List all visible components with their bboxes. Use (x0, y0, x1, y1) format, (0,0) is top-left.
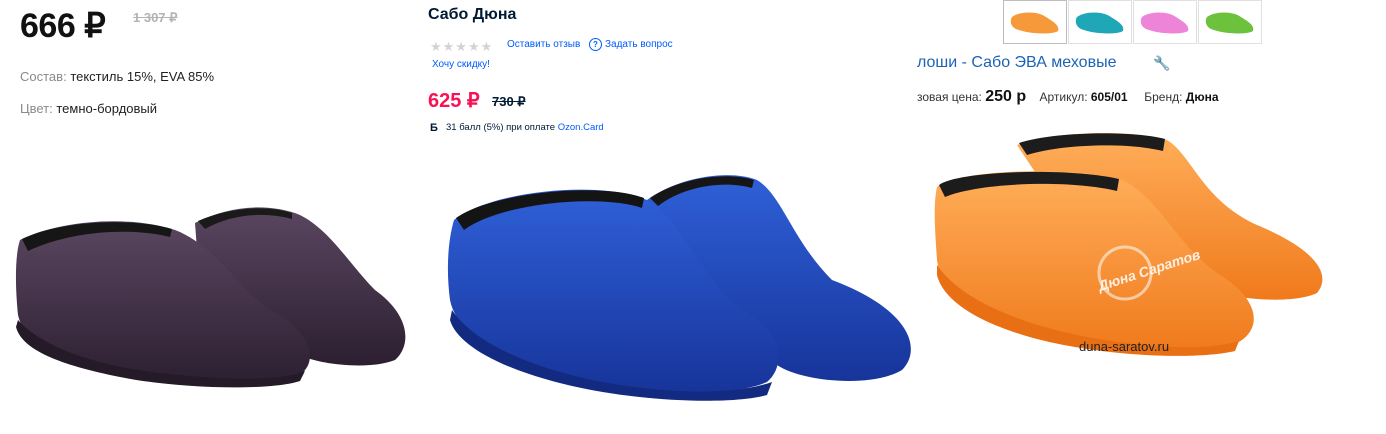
brand-label: Бренд: (1144, 90, 1183, 104)
color-value: темно-бордовый (56, 101, 158, 116)
ozon-card-link[interactable]: Ozon.Card (558, 122, 604, 133)
question-icon: ? (589, 38, 602, 51)
bonus-text: 31 балл (5%) при оплате (446, 122, 556, 133)
thumbnail-shape (1075, 12, 1124, 34)
leave-review-link[interactable]: Оставить отзыв (507, 39, 580, 50)
thumbnail-orange[interactable] (1003, 0, 1067, 44)
want-discount-link[interactable]: Хочу скидку! (432, 59, 490, 70)
bonus-info: 31 балл (5%) при оплате Ozon.Card (446, 122, 604, 133)
price-value: 250 р (985, 88, 1027, 105)
product-image-orange-clogs[interactable] (917, 125, 1386, 360)
current-price: 666 ₽ (20, 7, 106, 45)
article-value: 605/01 (1090, 90, 1128, 104)
old-price: 1 307 ₽ (133, 10, 178, 25)
product-image-blue-clogs[interactable] (412, 160, 917, 405)
product-title[interactable]: Сабо Дюна (428, 6, 516, 24)
thumbnail-pink[interactable] (1133, 0, 1197, 44)
wrench-icon[interactable]: 🔧 (1153, 55, 1170, 72)
price-label: зовая цена: (917, 90, 982, 104)
color-key: Цвет: (20, 101, 53, 116)
product-image-burgundy-clogs[interactable] (0, 195, 412, 395)
color-spec: Цвет: темно-бордовый (20, 101, 157, 116)
product-card-orange: лоши - Сабо ЭВА меховые 🔧 зовая цена: 25… (917, 0, 1386, 434)
composition-spec: Состав: текстиль 15%, EVA 85% (20, 69, 214, 84)
ask-question-link[interactable]: Задать вопрос (605, 39, 673, 50)
thumbnail-green[interactable] (1198, 0, 1262, 44)
product-card-burgundy: 666 ₽ 1 307 ₽ Состав: текстиль 15%, EVA … (0, 0, 412, 434)
article-label: Артикул: (1039, 90, 1088, 104)
product-title[interactable]: лоши - Сабо ЭВА меховые (917, 54, 1116, 72)
composition-key: Состав: (20, 69, 67, 84)
brand-value: Дюна (1185, 90, 1219, 104)
composition-value: текстиль 15%, EVA 85% (70, 69, 215, 84)
thumbnail-shape (1205, 12, 1254, 34)
site-url: duna-saratov.ru (1079, 339, 1170, 354)
thumbnail-shape (1140, 12, 1189, 34)
thumbnail-teal[interactable] (1068, 0, 1132, 44)
old-price: 730 ₽ (492, 94, 526, 109)
bonus-icon: Б (430, 122, 438, 134)
thumbnail-shape (1010, 12, 1059, 34)
rating-stars[interactable]: ★★★★★ (430, 39, 493, 55)
product-meta: зовая цена: 250 р Артикул: 605/01 Бренд:… (917, 88, 1219, 106)
current-price: 625 ₽ (428, 90, 480, 112)
product-card-blue: Сабо Дюна ★★★★★ Оставить отзыв ? Задать … (412, 0, 917, 434)
